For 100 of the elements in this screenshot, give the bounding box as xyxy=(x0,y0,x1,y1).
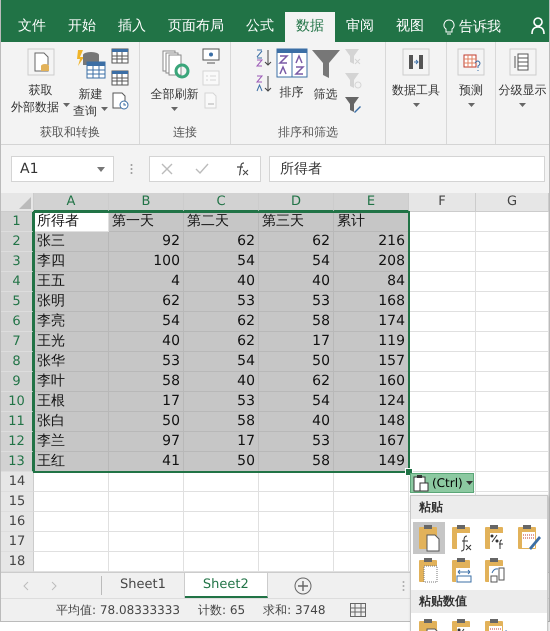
row-header[interactable]: 3 xyxy=(1,252,34,272)
caret-icon xyxy=(466,481,473,485)
ribbon-button[interactable]: 数据工具 xyxy=(392,46,440,122)
check-icon[interactable] xyxy=(195,163,209,175)
table-cell: 53 xyxy=(259,292,334,312)
row-header[interactable]: 5 xyxy=(1,292,34,312)
status-text: 平均值: 78.08333333 xyxy=(56,602,180,618)
sort-ascending-icon[interactable] xyxy=(254,48,272,68)
row-header[interactable]: 9 xyxy=(1,372,34,392)
row-header[interactable]: 7 xyxy=(1,332,34,352)
menu-heading: 粘贴 xyxy=(411,496,547,519)
table-cell: 17 xyxy=(184,432,259,452)
formula-field[interactable]: 所得者 xyxy=(269,156,545,182)
filter-icon[interactable] xyxy=(310,48,340,80)
normal-view-icon[interactable] xyxy=(350,603,366,617)
add-sheet-icon[interactable] xyxy=(294,576,312,594)
row-header[interactable]: 1 xyxy=(1,212,34,232)
table-cell: 张华 xyxy=(34,352,109,372)
table-cell: 54 xyxy=(259,392,334,412)
column-header[interactable]: B xyxy=(109,193,184,212)
column-header[interactable]: E xyxy=(334,193,409,212)
data-tools-icon[interactable] xyxy=(402,48,430,76)
paste-option[interactable] xyxy=(413,522,445,554)
table-cell: 王五 xyxy=(34,272,109,292)
row-header[interactable]: 10 xyxy=(1,392,34,412)
table-cell: 李兰 xyxy=(34,432,109,452)
row-header[interactable]: 14 xyxy=(1,472,34,492)
table-cell: 216 xyxy=(334,232,409,252)
row-header[interactable]: 2 xyxy=(1,232,34,252)
ribbon-button[interactable]: 新建 查询 xyxy=(73,46,108,122)
name-box[interactable]: A1 xyxy=(11,156,114,182)
lightbulb-icon xyxy=(443,19,455,35)
ribbon-button[interactable]: 获取 外部数据 xyxy=(11,46,70,122)
table-cell: 50 xyxy=(259,352,334,372)
row-header[interactable]: 11 xyxy=(1,412,34,432)
column-header[interactable]: G xyxy=(476,193,549,212)
table-cell: 54 xyxy=(259,252,334,272)
table-cell: 所得者 xyxy=(34,212,109,232)
table-cell: 54 xyxy=(184,252,259,272)
forecast-sheet-icon[interactable] xyxy=(457,48,485,76)
sort-descending-icon[interactable] xyxy=(254,74,272,94)
sheet-tab[interactable]: Sheet2 xyxy=(184,573,268,598)
paste-options-button[interactable]: (Ctrl) xyxy=(410,473,474,493)
ribbon-tab[interactable]: 公式 xyxy=(235,12,285,42)
outline-icon[interactable] xyxy=(508,48,536,76)
table-cell: 62 xyxy=(109,292,184,312)
table-cell: 张白 xyxy=(34,412,109,432)
row-header[interactable]: 12 xyxy=(1,432,34,452)
ribbon-button[interactable]: 筛选 xyxy=(310,46,340,122)
table-cell: 17 xyxy=(259,332,334,352)
ribbon-tab[interactable]: 审阅 xyxy=(335,12,385,42)
ribbon-tab[interactable]: 页面布局 xyxy=(157,12,235,42)
column-header[interactable]: C xyxy=(184,193,259,212)
row-header[interactable]: 17 xyxy=(1,532,34,552)
more-icon[interactable] xyxy=(130,163,133,175)
advanced-filter-icon[interactable] xyxy=(344,96,362,114)
ribbon-tab[interactable]: 数据 xyxy=(285,12,335,42)
sort-grid-icon[interactable] xyxy=(276,48,308,78)
status-text: 求和: 3748 xyxy=(263,602,326,618)
table-cell: 第一天 xyxy=(109,212,184,232)
status-text: 计数: 65 xyxy=(198,602,246,618)
row-header[interactable]: 15 xyxy=(1,492,34,512)
ribbon-button[interactable]: 全部刷新 xyxy=(150,46,198,122)
database-table-icon[interactable] xyxy=(74,48,106,80)
table-cell: 40 xyxy=(184,372,259,392)
table-cell: 58 xyxy=(109,372,184,392)
table-cell: 54 xyxy=(109,312,184,332)
row-header[interactable]: 6 xyxy=(1,312,34,332)
ribbon-button[interactable]: 排序 xyxy=(276,46,308,122)
ribbon-tab[interactable]: 开始 xyxy=(57,12,107,42)
column-header[interactable]: A xyxy=(34,193,109,212)
table-cell: 62 xyxy=(184,232,259,252)
ribbon-tab[interactable]: 视图 xyxy=(385,12,435,42)
menu-heading: 粘贴数值 xyxy=(411,590,547,613)
table-cell: 100 xyxy=(109,252,184,272)
row-header[interactable]: 16 xyxy=(1,512,34,532)
ribbon-tab[interactable]: 插入 xyxy=(107,12,157,42)
table-cell: 62 xyxy=(184,312,259,332)
ribbon-button[interactable]: 预测 xyxy=(457,46,485,122)
column-header[interactable]: F xyxy=(409,193,476,212)
table-cell: 53 xyxy=(259,432,334,452)
ribbon-tab[interactable]: 文件 xyxy=(7,12,57,42)
column-header[interactable]: D xyxy=(259,193,334,212)
tell-me-box[interactable]: 告诉我 xyxy=(435,12,509,42)
document-database-icon[interactable] xyxy=(26,48,54,76)
row-header[interactable]: 4 xyxy=(1,272,34,292)
table-icon[interactable] xyxy=(111,70,129,86)
person-icon[interactable] xyxy=(531,16,545,34)
row-header[interactable]: 18 xyxy=(1,552,34,572)
table-cell: 第三天 xyxy=(259,212,334,232)
table-icon[interactable] xyxy=(111,48,129,64)
table-cell: 40 xyxy=(184,272,259,292)
ribbon-button[interactable]: 分级显示 xyxy=(498,46,546,122)
row-header[interactable]: 8 xyxy=(1,352,34,372)
caret-icon[interactable] xyxy=(97,166,105,172)
clock-document-icon[interactable] xyxy=(111,92,129,110)
monitor-icon[interactable] xyxy=(202,48,220,64)
table-cell: 53 xyxy=(184,392,259,412)
row-header[interactable]: 13 xyxy=(1,452,34,472)
table-cell: 王根 xyxy=(34,392,109,412)
